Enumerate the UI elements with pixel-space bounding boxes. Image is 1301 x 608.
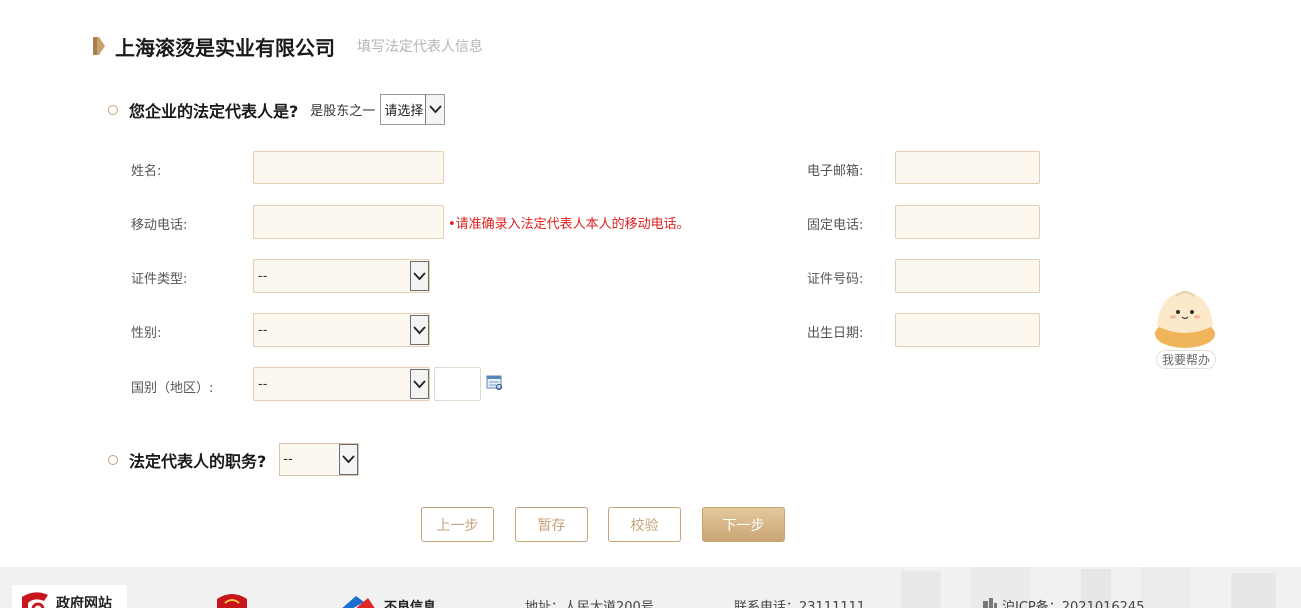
validate-button[interactable]: 校验 <box>608 507 681 542</box>
id-number-input[interactable] <box>895 259 1040 293</box>
building-icon <box>983 598 997 608</box>
party-emblem-icon[interactable] <box>215 593 249 608</box>
page-subtitle: 填写法定代表人信息 <box>357 39 483 55</box>
question-legal-rep: 您企业的法定代表人是? 是股东之一 请选择 <box>108 94 446 125</box>
position-select[interactable]: -- <box>279 443 360 476</box>
gender-label: 性别: <box>131 326 162 341</box>
name-input[interactable] <box>253 151 444 184</box>
bad-info-report-logo[interactable]: 不良信息 <box>340 594 436 608</box>
chevron-down-icon <box>410 369 429 399</box>
shareholder-select[interactable]: 请选择 <box>380 94 446 125</box>
question-title: 您企业的法定代表人是? <box>129 101 299 121</box>
prev-step-button[interactable]: 上一步 <box>421 507 494 542</box>
save-draft-button[interactable]: 暂存 <box>515 507 588 542</box>
gender-select[interactable]: -- <box>253 313 430 347</box>
country-label: 国别（地区）: <box>131 381 214 396</box>
bullet-ring-icon <box>108 104 118 115</box>
email-label: 电子邮箱: <box>807 164 864 179</box>
footer-phone: 联系电话：23111111 <box>734 600 866 608</box>
footer-icp[interactable]: 沪ICP备：2021016245 <box>1002 596 1144 608</box>
company-name: 上海滚烫是实业有限公司 <box>115 35 335 60</box>
shareholder-label: 是股东之一 <box>310 104 376 119</box>
page-footer: 政府网站 不良信息 地址：人民大道200号 联系电话：23111111 沪ICP… <box>0 567 1301 608</box>
chevron-down-icon <box>339 444 359 475</box>
country-select[interactable]: -- <box>253 367 430 401</box>
country-code-input[interactable] <box>434 367 481 401</box>
mobile-input[interactable] <box>253 205 444 239</box>
birth-date-input[interactable] <box>895 313 1040 347</box>
phone-label: 固定电话: <box>807 218 864 233</box>
report-icon <box>342 596 375 608</box>
footer-address: 地址：人民大道200号 <box>525 600 654 608</box>
chevron-down-icon <box>425 95 445 124</box>
bullet-ring-icon <box>108 454 118 465</box>
chevron-down-icon <box>410 315 429 345</box>
phone-input[interactable] <box>895 205 1040 239</box>
section-marker-icon <box>93 37 105 55</box>
helper-label[interactable]: 我要帮办 <box>1156 350 1216 369</box>
mobile-hint: •请准确录入法定代表人本人的移动电话。 <box>448 217 690 232</box>
id-number-label: 证件号码: <box>807 272 864 287</box>
name-label: 姓名: <box>131 164 162 179</box>
question-position: 法定代表人的职务? -- <box>108 443 360 476</box>
gov-site-logo[interactable]: 政府网站 <box>12 585 127 608</box>
gov-site-icon <box>22 592 48 608</box>
page-header: 上海滚烫是实业有限公司 填写法定代表人信息 <box>93 32 483 60</box>
next-step-button[interactable]: 下一步 <box>702 507 785 542</box>
id-type-select[interactable]: -- <box>253 259 430 293</box>
id-type-label: 证件类型: <box>131 272 188 287</box>
email-input[interactable] <box>895 151 1040 184</box>
country-lookup-icon[interactable] <box>486 375 503 391</box>
chevron-down-icon <box>410 261 429 291</box>
question-title: 法定代表人的职务? <box>129 451 267 471</box>
birth-date-label: 出生日期: <box>807 326 864 341</box>
mobile-label: 移动电话: <box>131 218 188 233</box>
